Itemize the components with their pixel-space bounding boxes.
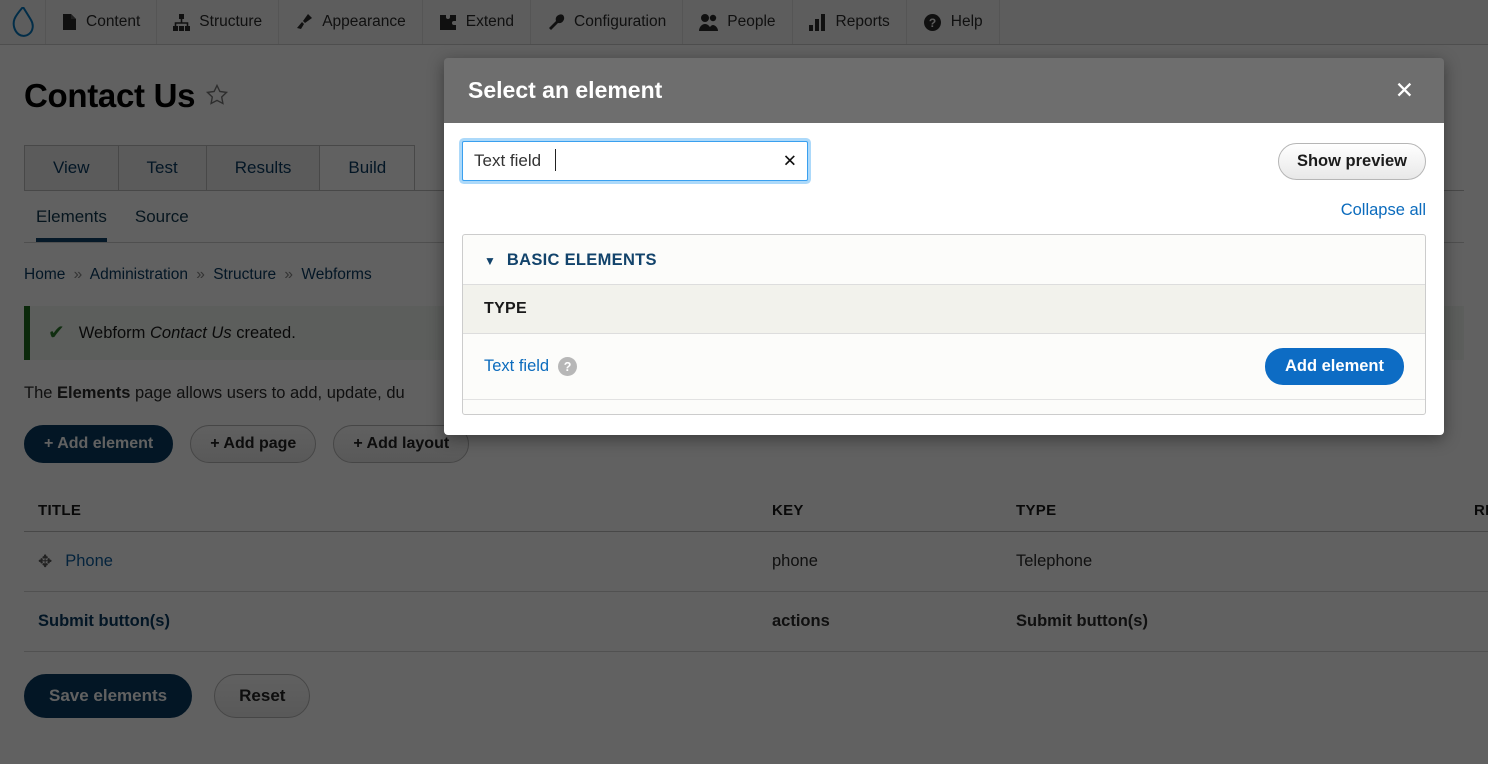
element-types-header-row: TYPE [463, 285, 1425, 334]
cell-action: Add element [874, 334, 1425, 400]
clear-x-icon[interactable]: ✕ [780, 151, 800, 172]
element-type-row: Text field ? Add element [463, 334, 1425, 400]
search-field-wrapper: ✕ [462, 141, 808, 181]
text-caret [555, 149, 556, 171]
dialog-body: ✕ Show preview Collapse all ▼ BASIC ELEM… [444, 123, 1444, 435]
dialog-add-element-button[interactable]: Add element [1265, 348, 1404, 385]
element-type-link-text-field[interactable]: Text field [484, 357, 549, 376]
question-mark-badge-icon[interactable]: ? [558, 357, 577, 376]
basic-elements-content: TYPE Text field ? Add [463, 284, 1425, 414]
close-x-icon[interactable]: ✕ [1389, 77, 1420, 104]
element-types-table: TYPE Text field ? Add [463, 284, 1425, 400]
column-header-type: TYPE [463, 285, 1425, 334]
show-preview-button[interactable]: Show preview [1278, 143, 1426, 180]
element-search-input[interactable] [462, 141, 808, 181]
triangle-down-icon: ▼ [484, 255, 496, 267]
collapse-all-link[interactable]: Collapse all [1341, 201, 1426, 220]
dialog-filter-row: ✕ Show preview [462, 141, 1426, 181]
collapse-all-row: Collapse all [462, 201, 1426, 220]
select-element-dialog: Select an element ✕ ✕ Show preview Colla… [444, 58, 1444, 435]
dialog-title: Select an element [468, 77, 662, 104]
basic-elements-label: BASIC ELEMENTS [507, 251, 657, 270]
cell-element-type: Text field ? [463, 334, 874, 400]
basic-elements-panel: ▼ BASIC ELEMENTS TYPE Text field [462, 234, 1426, 415]
dialog-header: Select an element ✕ [444, 58, 1444, 123]
basic-elements-summary[interactable]: ▼ BASIC ELEMENTS [463, 235, 1425, 284]
